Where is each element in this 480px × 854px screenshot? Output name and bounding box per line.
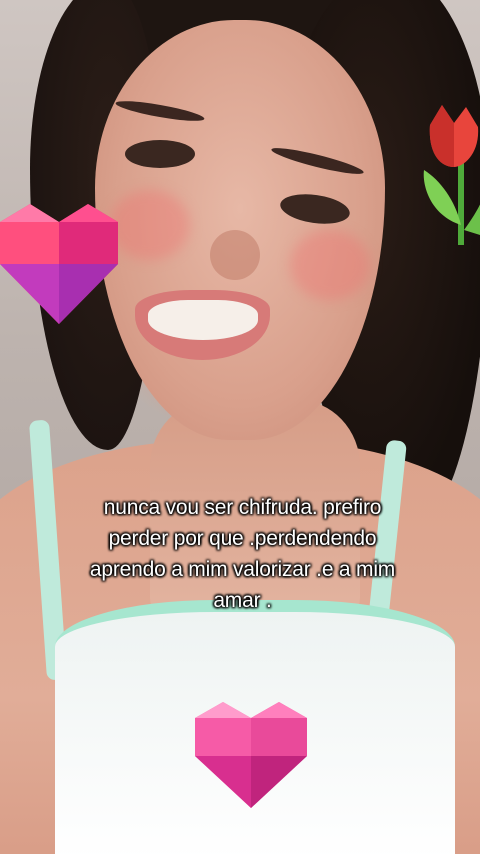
nose xyxy=(210,230,260,280)
heart-icon xyxy=(195,702,307,808)
caption-line: perder por que .perdendendo xyxy=(108,527,377,550)
heart-icon xyxy=(0,204,118,324)
teeth xyxy=(148,300,258,340)
caption-line: aprendo a mim valorizar .e a mim xyxy=(89,558,396,581)
caption-text: nunca vou ser chifruda. prefiro perder p… xyxy=(60,492,425,616)
eye-left xyxy=(125,140,195,168)
cheek-left xyxy=(110,190,190,260)
cheek-right xyxy=(290,230,370,300)
caption-line: amar . xyxy=(213,589,272,612)
caption-line: nunca vou ser chifruda. prefiro xyxy=(103,496,382,519)
tulip-icon xyxy=(423,105,480,245)
